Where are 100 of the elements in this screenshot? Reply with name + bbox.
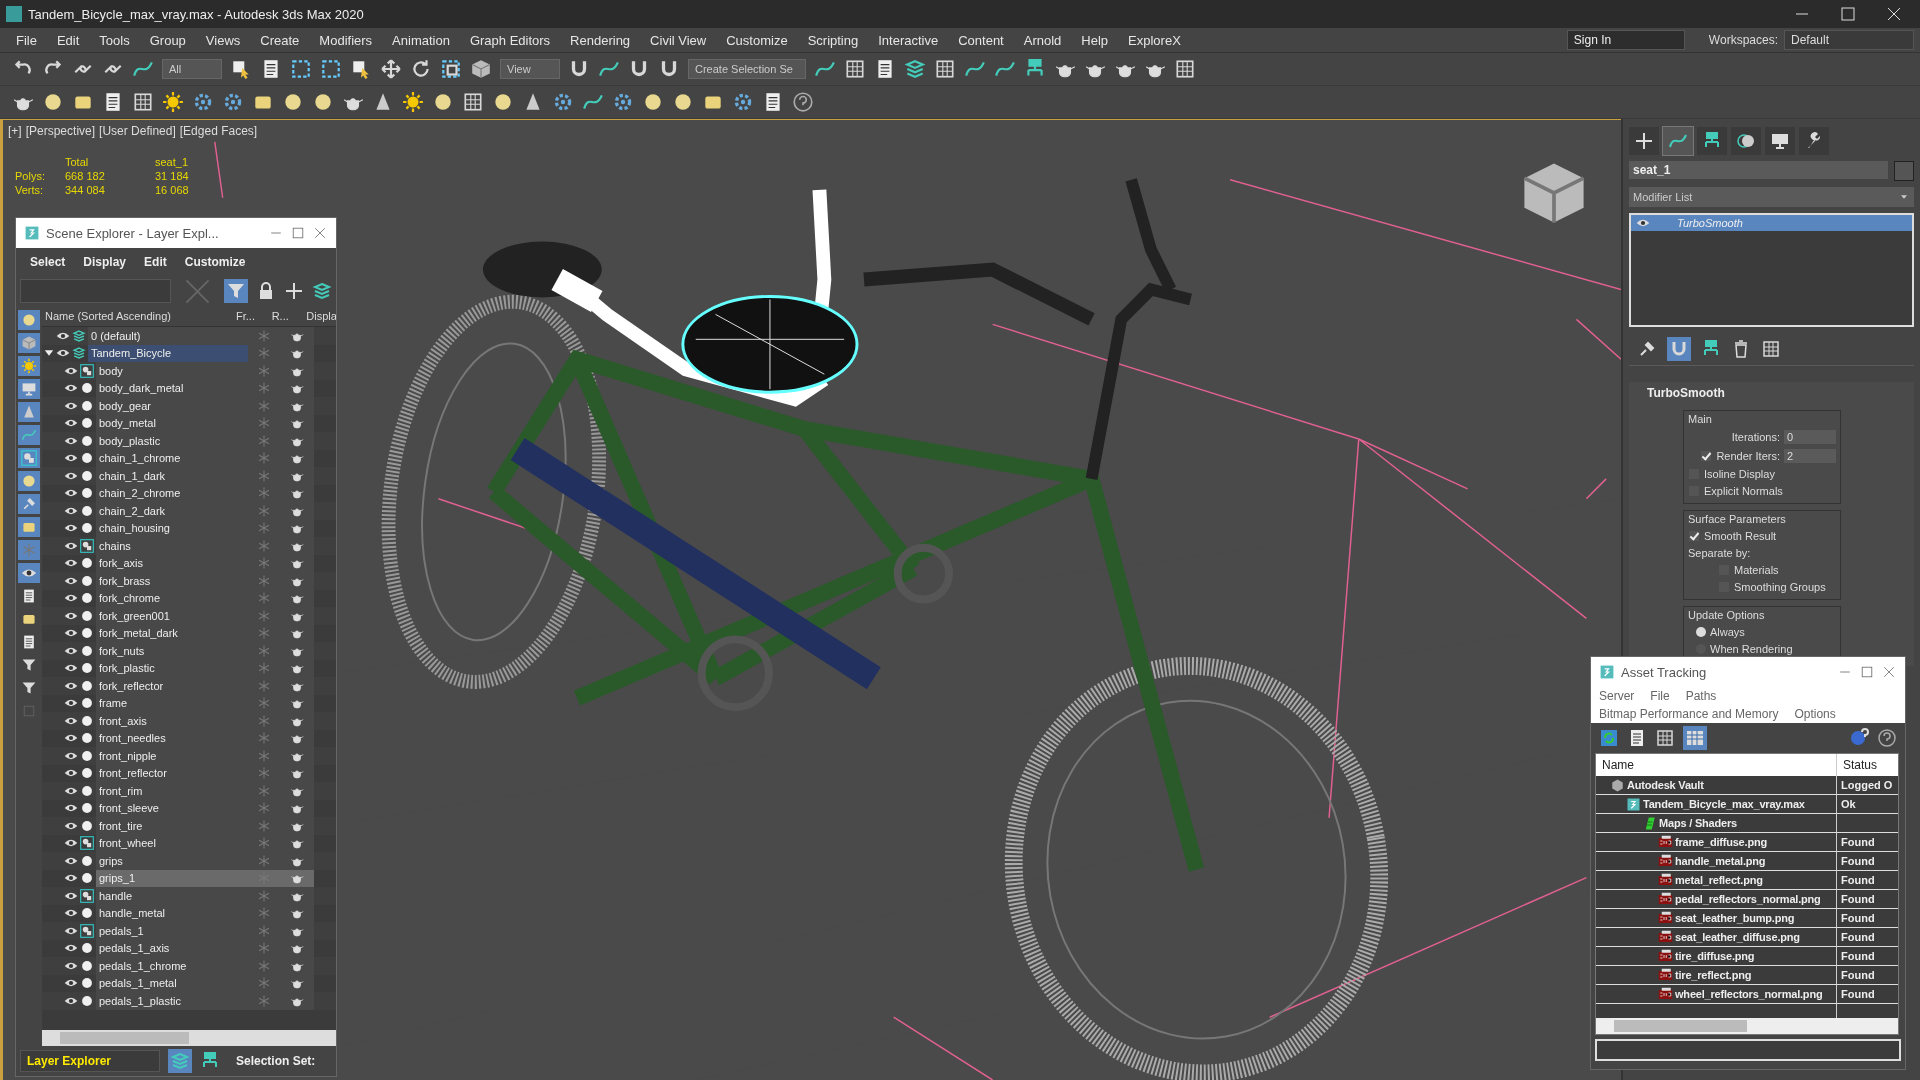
question-icon[interactable] [792, 91, 814, 113]
selection-rectangle-icon[interactable] [320, 58, 342, 80]
menu-item[interactable]: Group [139, 32, 196, 48]
menu-item[interactable]: Content [948, 32, 1014, 48]
menu-item[interactable]: File [1650, 689, 1670, 703]
object-item[interactable]: fork_reflector [96, 677, 248, 695]
object-item[interactable]: pedals_1 [96, 922, 248, 940]
hierarchy-tab[interactable] [1697, 127, 1727, 155]
display-tab[interactable] [1765, 127, 1795, 155]
layer-item[interactable]: 0 (default) [88, 327, 248, 345]
gear-icon[interactable] [732, 91, 754, 113]
menu-item[interactable]: Modifiers [309, 32, 383, 48]
asset-name[interactable]: tire_diffuse.png [1675, 950, 1755, 962]
column-header[interactable]: Fr... [233, 310, 269, 322]
viewport-label[interactable]: [Perspective] [25, 124, 96, 138]
asset-name[interactable]: Autodesk Vault [1627, 779, 1704, 791]
object-name-field[interactable]: seat_1 [1629, 161, 1888, 179]
grid-icon[interactable] [132, 91, 154, 113]
asset-name[interactable]: handle_metal.png [1675, 855, 1766, 867]
grid-icon[interactable] [1174, 58, 1196, 80]
object-item[interactable]: pedals_1_chrome [96, 957, 248, 975]
layers-icon[interactable] [312, 281, 332, 301]
display-icon[interactable] [21, 381, 37, 397]
menu-item[interactable]: Edit [46, 32, 90, 48]
checkbox[interactable] [1700, 450, 1713, 462]
menu-item[interactable]: ExploreX [1118, 32, 1191, 48]
menu-item[interactable]: Graph Editors [459, 32, 561, 48]
object-color-swatch[interactable] [1894, 161, 1914, 181]
menu-item[interactable]: File [6, 32, 47, 48]
menu-item[interactable]: Paths [1685, 689, 1717, 703]
viewport-label[interactable]: [User Defined] [99, 124, 176, 138]
menu-item[interactable]: Customize [716, 32, 798, 48]
object-item[interactable]: front_axis [96, 712, 248, 730]
gear-icon[interactable] [192, 91, 214, 113]
object-item[interactable]: handle [96, 887, 248, 905]
asset-name[interactable]: seat_leather_bump.png [1675, 912, 1795, 924]
modify-tab[interactable] [1663, 127, 1693, 155]
object-item[interactable]: chain_2_dark [96, 502, 248, 520]
table-icon[interactable] [1685, 728, 1705, 748]
menu-item[interactable]: Select [30, 255, 66, 269]
sphere-icon[interactable] [312, 91, 334, 113]
asset-name[interactable]: seat_leather_diffuse.png [1675, 931, 1800, 943]
search-field[interactable] [20, 279, 171, 303]
list-icon[interactable] [21, 634, 37, 650]
object-item[interactable]: pedals_1_plastic [96, 992, 248, 1010]
object-item[interactable]: front_nipple [96, 747, 248, 765]
viewport-label[interactable]: [Edged Faces] [179, 124, 258, 138]
selection-filter-dropdown[interactable]: All [162, 59, 222, 79]
menu-item[interactable]: Customize [184, 255, 246, 269]
object-item[interactable]: fork_green001 [96, 607, 248, 625]
sphere-icon[interactable] [282, 91, 304, 113]
asset-name[interactable]: wheel_reflectors_normal.png [1675, 988, 1823, 1000]
gear-icon[interactable] [552, 91, 574, 113]
object-item[interactable]: front_tire [96, 817, 248, 835]
funnel-icon[interactable] [21, 657, 37, 673]
object-item[interactable]: body [96, 362, 248, 380]
rollout-title[interactable]: TurboSmooth [1629, 382, 1914, 404]
selection-set-dropdown[interactable]: Create Selection Se [688, 59, 806, 79]
sphere-icon[interactable] [42, 91, 64, 113]
menu-item[interactable]: Edit [144, 255, 167, 269]
iterations-spinner[interactable]: 0 [1784, 430, 1836, 444]
checkbox[interactable] [1688, 530, 1700, 542]
grid-icon[interactable] [462, 91, 484, 113]
rotate-icon[interactable] [410, 58, 432, 80]
asset-name[interactable]: Tandem_Bicycle_max_vray.max [1643, 798, 1805, 810]
menu-item[interactable]: Animation [382, 32, 460, 48]
modifier-list-dropdown[interactable]: Modifier List [1629, 187, 1914, 207]
menu-item[interactable]: Display [83, 255, 127, 269]
asset-name[interactable]: pedal_reflectors_normal.png [1675, 893, 1821, 905]
object-item[interactable]: grips [96, 852, 248, 870]
horizontal-scrollbar[interactable] [1596, 1018, 1898, 1034]
asset-name[interactable]: frame_diffuse.png [1675, 836, 1767, 848]
refresh-icon[interactable] [1599, 728, 1619, 748]
utilities-tab[interactable] [1799, 127, 1829, 155]
selection-rectangle-icon[interactable] [290, 58, 312, 80]
reference-coordinate-dropdown[interactable]: View [500, 59, 560, 79]
horizontal-scrollbar[interactable] [42, 1030, 336, 1046]
grid-icon[interactable] [1761, 339, 1781, 359]
grid-icon[interactable] [1655, 728, 1675, 748]
viewport-label[interactable]: [+] [8, 124, 22, 138]
sign-in-dropdown[interactable]: Sign In [1566, 30, 1685, 50]
menu-item[interactable]: Views [195, 32, 251, 48]
menu-item[interactable]: Scripting [797, 32, 869, 48]
menu-item[interactable]: Options [1794, 707, 1836, 721]
scale-icon[interactable] [440, 58, 462, 80]
question-icon[interactable] [1877, 728, 1897, 748]
create-tab[interactable] [1629, 127, 1659, 155]
object-item[interactable]: chain_1_dark [96, 467, 248, 485]
object-item[interactable]: body_gear [96, 397, 248, 415]
object-item[interactable]: chains [96, 537, 248, 555]
layers-icon[interactable] [904, 58, 926, 80]
sphere-icon[interactable] [672, 91, 694, 113]
sphere-icon[interactable] [642, 91, 664, 113]
move-icon[interactable] [380, 58, 402, 80]
funnel-icon[interactable] [21, 680, 37, 696]
column-header[interactable]: Name (Sorted Ascending) [42, 310, 233, 322]
grid-icon[interactable] [934, 58, 956, 80]
gear-icon[interactable] [612, 91, 634, 113]
menu-item[interactable]: Help [1071, 32, 1119, 48]
help-icon[interactable] [1849, 728, 1869, 748]
